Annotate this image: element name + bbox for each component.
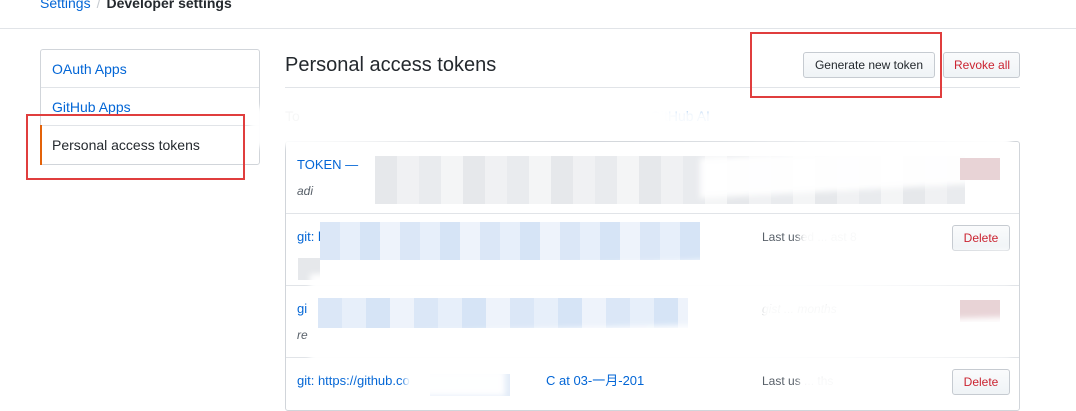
page-title: Personal access tokens [285, 54, 497, 76]
delete-token-button[interactable]: Delete [952, 369, 1010, 395]
sidebar-item-personal-access-tokens[interactable]: Personal access tokens [40, 125, 259, 165]
token-row: git: https://github.co C at 03-一月-201 La… [286, 358, 1019, 410]
sidebar-item-oauth-apps[interactable]: OAuth Apps [41, 50, 259, 88]
breadcrumb: Settings / Developer settings [40, 0, 232, 12]
description-link[interactable]: GitHub AI [650, 106, 710, 126]
tokens-description: To GitHub AI [285, 106, 1020, 126]
token-scope: re [297, 328, 308, 342]
description-text: To [285, 108, 300, 124]
token-row: git: h Last used ... ast 8 Delete [286, 214, 1019, 286]
token-last-used: gist ... months [762, 302, 837, 316]
token-delete-wrap: Delete [952, 225, 1010, 251]
developer-settings-sidebar: OAuth Apps GitHub Apps Personal access t… [40, 49, 260, 165]
sidebar-item-label: Personal access tokens [52, 137, 200, 153]
delete-token-button[interactable]: Delete [952, 225, 1010, 251]
sidebar-item-label: OAuth Apps [52, 61, 127, 77]
token-name-tail: C at 03-一月-201 [546, 373, 645, 388]
token-delete-wrap: Delete [952, 369, 1010, 395]
token-list: TOKEN — adi git: h Last used ... ast 8 D… [285, 141, 1020, 411]
token-scope: adi [297, 184, 314, 198]
token-row: gi re gist ... months [286, 286, 1019, 358]
token-last-used: Last used ... ast 8 [762, 230, 857, 244]
generate-new-token-button[interactable]: Generate new token [803, 52, 935, 78]
token-last-used: Last us ... ths [762, 374, 834, 388]
breadcrumb-current: Developer settings [106, 0, 232, 11]
header-divider [285, 87, 1020, 88]
revoke-all-button[interactable]: Revoke all [943, 52, 1020, 78]
token-name[interactable]: git: h [297, 228, 325, 246]
breadcrumb-bar: Settings / Developer settings [0, 0, 1076, 29]
sidebar-item-label: GitHub Apps [52, 99, 131, 115]
token-name[interactable]: git: https://github.co [297, 372, 410, 390]
breadcrumb-separator: / [96, 0, 101, 11]
token-row: TOKEN — adi [286, 142, 1019, 214]
token-name[interactable]: gi [297, 300, 307, 318]
sidebar-item-github-apps[interactable]: GitHub Apps [41, 88, 259, 126]
breadcrumb-settings-link[interactable]: Settings [40, 0, 91, 11]
token-name[interactable]: TOKEN — [297, 156, 358, 174]
